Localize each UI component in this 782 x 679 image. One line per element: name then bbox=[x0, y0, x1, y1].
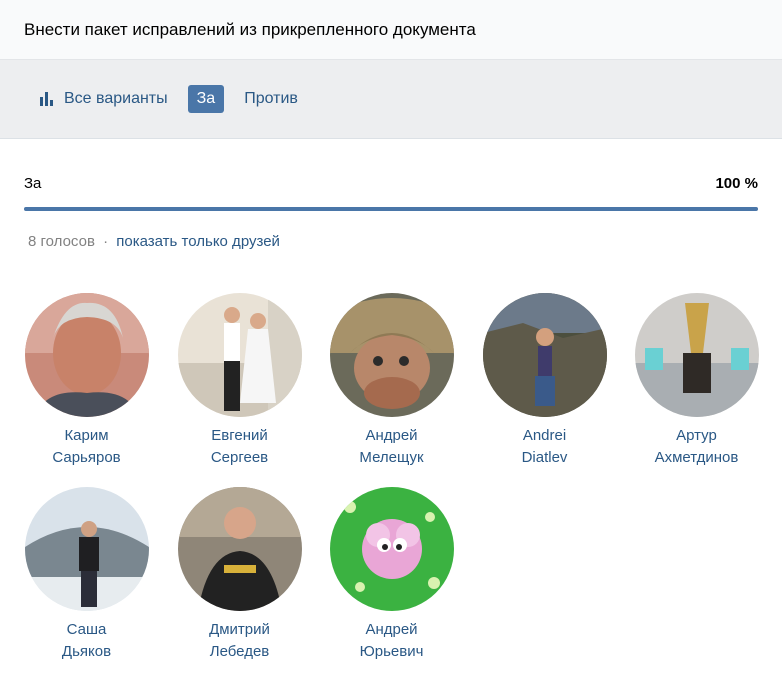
avatar[interactable] bbox=[24, 293, 149, 417]
result-row: За 100 % bbox=[24, 175, 758, 192]
tab-all-options-label: Все варианты bbox=[64, 90, 168, 107]
meta-separator: · bbox=[103, 233, 109, 250]
option-label: За bbox=[24, 175, 42, 192]
avatar[interactable] bbox=[24, 487, 149, 611]
voter-card[interactable]: Артур Ахметдинов bbox=[620, 293, 773, 469]
tab-all-options[interactable]: Все варианты bbox=[40, 85, 168, 113]
voter-name[interactable]: Карим Сарьяров bbox=[10, 425, 163, 469]
voter-name[interactable]: Andrei Diatlev bbox=[468, 425, 621, 469]
votes-count: 8 голосов bbox=[28, 233, 95, 250]
voter-name[interactable]: Андрей Юрьевич bbox=[315, 619, 468, 663]
result-section: За 100 % 8 голосов · показать только дру… bbox=[0, 139, 782, 250]
voter-card[interactable]: Андрей Мелещук bbox=[315, 293, 468, 469]
progress-bar-fill bbox=[24, 207, 758, 211]
voter-name[interactable]: Саша Дьяков bbox=[10, 619, 163, 663]
voter-card[interactable]: Андрей Юрьевич bbox=[315, 487, 468, 663]
option-percent: 100 % bbox=[715, 175, 758, 192]
poll-header: Внести пакет исправлений из прикрепленно… bbox=[0, 0, 782, 60]
voter-card[interactable]: Andrei Diatlev bbox=[468, 293, 621, 469]
votes-meta: 8 голосов · показать только друзей bbox=[24, 233, 758, 250]
avatar[interactable] bbox=[329, 293, 454, 417]
voter-name[interactable]: Дмитрий Лебедев bbox=[163, 619, 316, 663]
bar-chart-icon bbox=[40, 92, 56, 106]
avatar[interactable] bbox=[482, 293, 607, 417]
voter-card[interactable]: Дмитрий Лебедев bbox=[163, 487, 316, 663]
avatar[interactable] bbox=[329, 487, 454, 611]
tabs-bar: Все варианты За Против bbox=[0, 60, 782, 139]
avatar[interactable] bbox=[177, 293, 302, 417]
tab-for-label: За bbox=[196, 90, 216, 107]
voter-name[interactable]: Артур Ахметдинов bbox=[620, 425, 773, 469]
poll-title: Внести пакет исправлений из прикрепленно… bbox=[24, 19, 476, 39]
progress-bar bbox=[24, 207, 758, 211]
voter-card[interactable]: Карим Сарьяров bbox=[10, 293, 163, 469]
voter-name[interactable]: Евгений Сергеев bbox=[163, 425, 316, 469]
voter-name[interactable]: Андрей Мелещук bbox=[315, 425, 468, 469]
voter-card[interactable]: Саша Дьяков bbox=[10, 487, 163, 663]
tab-against[interactable]: Против bbox=[244, 85, 298, 113]
voter-card[interactable]: Евгений Сергеев bbox=[163, 293, 316, 469]
avatar[interactable] bbox=[634, 293, 759, 417]
tab-against-label: Против bbox=[244, 90, 298, 107]
avatar[interactable] bbox=[177, 487, 302, 611]
show-friends-link[interactable]: показать только друзей bbox=[116, 233, 280, 250]
tab-for[interactable]: За bbox=[187, 85, 225, 113]
